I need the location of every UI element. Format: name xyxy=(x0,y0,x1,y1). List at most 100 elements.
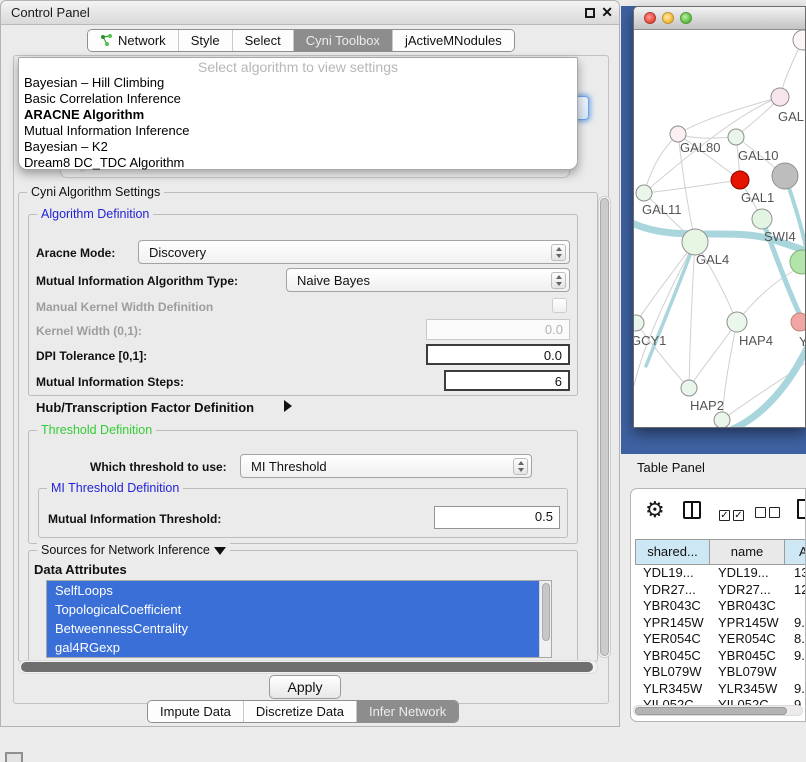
spinner-icon[interactable] xyxy=(551,244,566,261)
mi-threshold-field[interactable]: 0.5 xyxy=(434,506,560,529)
tab-label: Network xyxy=(118,33,166,48)
list-item[interactable]: BetweennessCentrality xyxy=(47,619,551,638)
float-icon[interactable] xyxy=(585,8,595,18)
table-row[interactable]: YPR145WYPR145W9. xyxy=(635,615,806,632)
node-swi4[interactable] xyxy=(752,209,772,229)
node-label: GAL80 xyxy=(680,140,720,155)
table-horizontal-scrollbar[interactable] xyxy=(633,705,803,716)
data-attributes-label: Data Attributes xyxy=(34,562,127,577)
group-title: Threshold Definition xyxy=(37,423,156,437)
manual-kernel-label: Manual Kernel Width Definition xyxy=(36,300,213,314)
kernel-width-field[interactable]: 0.0 xyxy=(426,319,570,340)
dropdown-item-selected[interactable]: ARACNE Algorithm xyxy=(19,107,577,123)
node-hap4[interactable] xyxy=(727,312,747,332)
node-gal1[interactable] xyxy=(731,171,749,189)
select-all-columns-icon[interactable]: ✓✓ xyxy=(719,505,747,523)
table-row[interactable]: YDL19...YDL19...13 xyxy=(635,565,806,582)
table-toolbar: ⚙ ✓✓ xyxy=(631,489,805,537)
document-icon[interactable] xyxy=(797,499,806,519)
tab-label: Discretize Data xyxy=(256,704,344,719)
table-row[interactable]: YER054CYER054C8. xyxy=(635,631,806,648)
node-gray[interactable] xyxy=(772,163,798,189)
deselect-all-columns-icon[interactable] xyxy=(755,505,783,523)
node[interactable] xyxy=(793,30,806,50)
node-gcy1[interactable] xyxy=(634,315,644,331)
node-gal[interactable] xyxy=(771,88,789,106)
list-item[interactable]: TopologicalCoefficient xyxy=(47,600,551,619)
column-header-name[interactable]: name xyxy=(709,540,785,564)
column-header-partial[interactable]: A xyxy=(784,540,806,564)
tab-impute-data[interactable]: Impute Data xyxy=(148,701,243,722)
table-row[interactable]: YDR27...YDR27...12 xyxy=(635,582,806,599)
which-threshold-combobox[interactable]: MI Threshold xyxy=(240,454,532,478)
table-row[interactable]: YBR043CYBR043C xyxy=(635,598,806,615)
node-label: GAL1 xyxy=(741,190,774,205)
node-gal10[interactable] xyxy=(728,129,744,145)
node-label: GCY1 xyxy=(634,333,666,348)
dropdown-item[interactable]: Bayesian – Hill Climbing xyxy=(19,75,577,91)
tab-label: Style xyxy=(191,33,220,48)
mi-type-value: Naive Bayes xyxy=(297,273,370,288)
list-scrollbar[interactable] xyxy=(539,581,551,657)
settings-vertical-scrollbar[interactable] xyxy=(598,196,611,658)
list-item[interactable]: SelfLoops xyxy=(47,581,551,600)
node-y[interactable] xyxy=(791,313,806,331)
table-row[interactable]: YBR045CYBR045C9. xyxy=(635,648,806,665)
dropdown-item[interactable]: Basic Correlation Inference xyxy=(19,91,577,107)
control-panel-titlebar[interactable]: Control Panel ✕ xyxy=(1,1,619,25)
spinner-icon[interactable] xyxy=(551,272,566,289)
zoom-traffic-light[interactable] xyxy=(680,12,692,24)
gear-icon[interactable]: ⚙ xyxy=(645,497,665,523)
tab-label: jActiveMNodules xyxy=(405,33,502,48)
tab-discretize-data[interactable]: Discretize Data xyxy=(243,701,356,722)
expand-arrow-icon[interactable] xyxy=(284,400,292,412)
panel-grip-icon[interactable] xyxy=(5,752,23,762)
minimize-traffic-light[interactable] xyxy=(662,12,674,24)
network-window-titlebar[interactable] xyxy=(634,7,805,30)
tab-select[interactable]: Select xyxy=(232,30,293,51)
table-row[interactable]: YLR345WYLR345W9. xyxy=(635,681,806,698)
dropdown-item[interactable]: Mutual Information Inference xyxy=(19,123,577,139)
dropdown-item[interactable]: Bayesian – K2 xyxy=(19,139,577,155)
apply-button[interactable]: Apply xyxy=(269,675,341,699)
tab-jactivemnodules[interactable]: jActiveMNodules xyxy=(392,30,514,51)
tab-label: Impute Data xyxy=(160,704,231,719)
network-canvas[interactable]: GAL GAL80 GAL10 GAL1 GAL11 SWI4 GAL4 GCY… xyxy=(634,30,806,428)
column-header-shared[interactable]: shared... xyxy=(635,540,710,564)
group-title: MI Threshold Definition xyxy=(47,481,183,495)
tab-label: Select xyxy=(245,33,281,48)
aracne-mode-label: Aracne Mode: xyxy=(36,246,115,260)
node-label: HAP2 xyxy=(690,398,724,413)
screen: Control Panel ✕ Network Style Select Cyn… xyxy=(0,0,806,762)
mi-type-combobox[interactable]: Naive Bayes xyxy=(286,268,570,292)
tab-style[interactable]: Style xyxy=(178,30,232,51)
node-hap2[interactable] xyxy=(681,380,697,396)
table-row[interactable]: YBL079WYBL079W xyxy=(635,664,806,681)
data-attributes-list: SelfLoops TopologicalCoefficient Between… xyxy=(46,580,552,658)
node-green[interactable] xyxy=(790,250,806,274)
spinner-icon[interactable] xyxy=(513,458,528,475)
tab-network[interactable]: Network xyxy=(88,30,178,51)
tab-cyni-toolbox[interactable]: Cyni Toolbox xyxy=(293,30,392,51)
bottom-tabbar: Impute Data Discretize Data Infer Networ… xyxy=(147,700,459,723)
table-rows: YDL19...YDL19...13 YDR27...YDR27...12 YB… xyxy=(635,565,806,714)
control-panel-title: Control Panel xyxy=(11,5,90,20)
dpi-tolerance-field[interactable]: 0.0 xyxy=(426,344,570,365)
manual-kernel-checkbox[interactable] xyxy=(552,298,567,313)
node[interactable] xyxy=(714,412,730,428)
settings-horizontal-scrollbar[interactable] xyxy=(18,660,598,674)
aracne-mode-combobox[interactable]: Discovery xyxy=(138,240,570,264)
kernel-width-label: Kernel Width (0,1): xyxy=(36,324,142,338)
dropdown-placeholder: Select algorithm to view settings xyxy=(19,59,577,75)
columns-icon[interactable] xyxy=(683,501,701,519)
list-item[interactable]: gal4RGexp xyxy=(47,638,551,657)
tab-infer-network[interactable]: Infer Network xyxy=(356,701,458,722)
collapse-arrow-icon[interactable] xyxy=(214,547,226,555)
dropdown-item[interactable]: Dream8 DC_TDC Algorithm xyxy=(19,155,577,171)
node-label: SWI4 xyxy=(764,229,796,244)
mi-steps-field[interactable]: 6 xyxy=(444,370,570,391)
close-traffic-light[interactable] xyxy=(644,12,656,24)
close-icon[interactable]: ✕ xyxy=(601,4,613,21)
node-gal11[interactable] xyxy=(636,185,652,201)
node-label: GAL xyxy=(778,109,804,124)
